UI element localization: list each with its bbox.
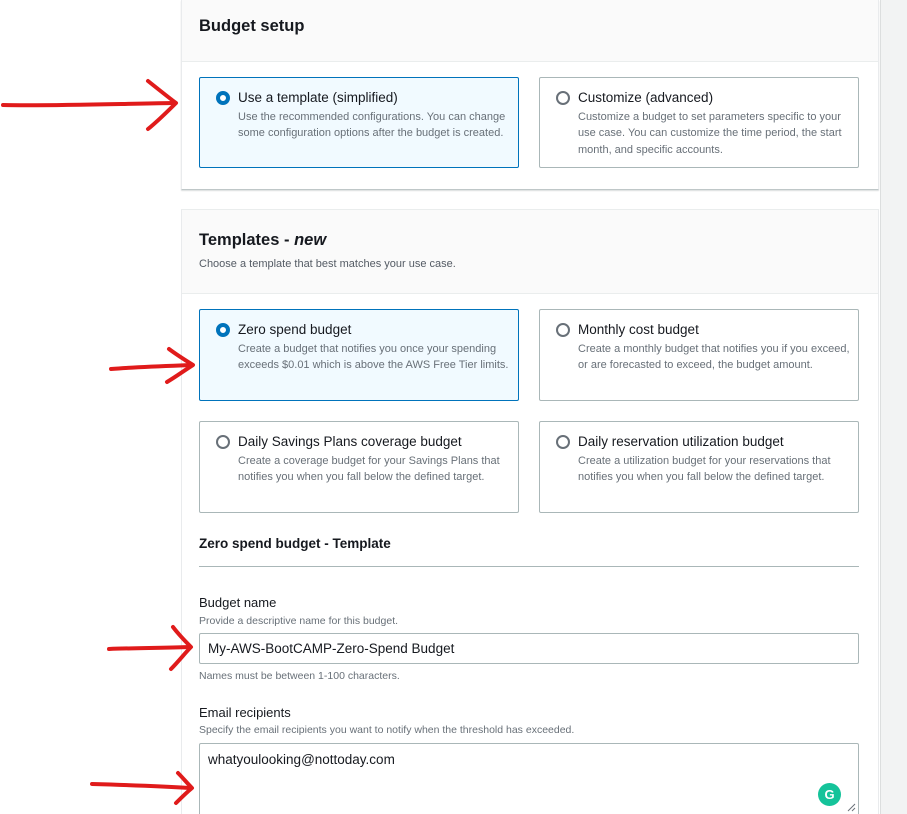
templates-header (182, 210, 878, 294)
budget-name-constraint: Names must be between 1-100 characters. (199, 670, 400, 682)
template-monthly-cost-label: Monthly cost budget (578, 322, 699, 337)
option-use-template-label: Use a template (simplified) (238, 90, 398, 105)
radio-monthly-cost[interactable] (556, 323, 570, 337)
section-divider (199, 566, 859, 567)
template-savings-plans[interactable]: Daily Savings Plans coverage budget Crea… (199, 421, 519, 513)
template-zero-spend-label: Zero spend budget (238, 322, 352, 337)
annotation-arrow-icon (90, 771, 194, 805)
radio-customize[interactable] (556, 91, 570, 105)
budget-setup-title: Budget setup (199, 17, 305, 35)
email-recipients-description: Specify the email recipients you want to… (199, 724, 575, 736)
budget-name-description: Provide a descriptive name for this budg… (199, 615, 399, 627)
template-reservation-utilization[interactable]: Daily reservation utilization budget Cre… (539, 421, 859, 513)
template-monthly-cost-description: Create a monthly budget that notifies yo… (578, 343, 850, 372)
option-use-template[interactable]: Use a template (simplified) Use the reco… (199, 77, 519, 168)
grammarly-letter: G (824, 787, 835, 802)
template-reservation-utilization-description: Create a utilization budget for your res… (578, 455, 831, 484)
radio-reservation-utilization[interactable] (556, 435, 570, 449)
template-savings-plans-description: Create a coverage budget for your Saving… (238, 455, 500, 484)
email-recipients-label: Email recipients (199, 705, 291, 720)
budget-name-input[interactable] (199, 633, 859, 664)
option-customize-label: Customize (advanced) (578, 90, 714, 105)
right-scroll-gutter (880, 0, 907, 814)
option-customize-description: Customize a budget to set parameters spe… (578, 111, 842, 156)
annotation-arrow-icon (107, 625, 193, 671)
radio-use-template[interactable] (216, 91, 230, 105)
template-savings-plans-label: Daily Savings Plans coverage budget (238, 434, 462, 449)
template-section-title: Zero spend budget - Template (199, 536, 391, 551)
email-recipients-input[interactable]: whatyoulooking@nottoday.com (199, 743, 859, 814)
resize-grip-icon[interactable] (846, 802, 856, 812)
templates-title: Templates - new (199, 231, 326, 250)
template-reservation-utilization-label: Daily reservation utilization budget (578, 434, 784, 449)
grammarly-icon[interactable]: G (818, 783, 841, 806)
template-zero-spend[interactable]: Zero spend budget Create a budget that n… (199, 309, 519, 401)
radio-zero-spend[interactable] (216, 323, 230, 337)
template-zero-spend-description: Create a budget that notifies you once y… (238, 343, 509, 372)
radio-savings-plans[interactable] (216, 435, 230, 449)
templates-title-new: new (294, 231, 327, 249)
option-customize[interactable]: Customize (advanced) Customize a budget … (539, 77, 859, 168)
template-monthly-cost[interactable]: Monthly cost budget Create a monthly bud… (539, 309, 859, 401)
budget-name-label: Budget name (199, 595, 277, 610)
annotation-arrow-icon (1, 79, 178, 131)
annotation-arrow-icon (109, 347, 195, 384)
option-use-template-description: Use the recommended configurations. You … (238, 111, 506, 140)
templates-title-text: Templates - (199, 231, 295, 249)
templates-subtitle: Choose a template that best matches your… (199, 258, 456, 270)
